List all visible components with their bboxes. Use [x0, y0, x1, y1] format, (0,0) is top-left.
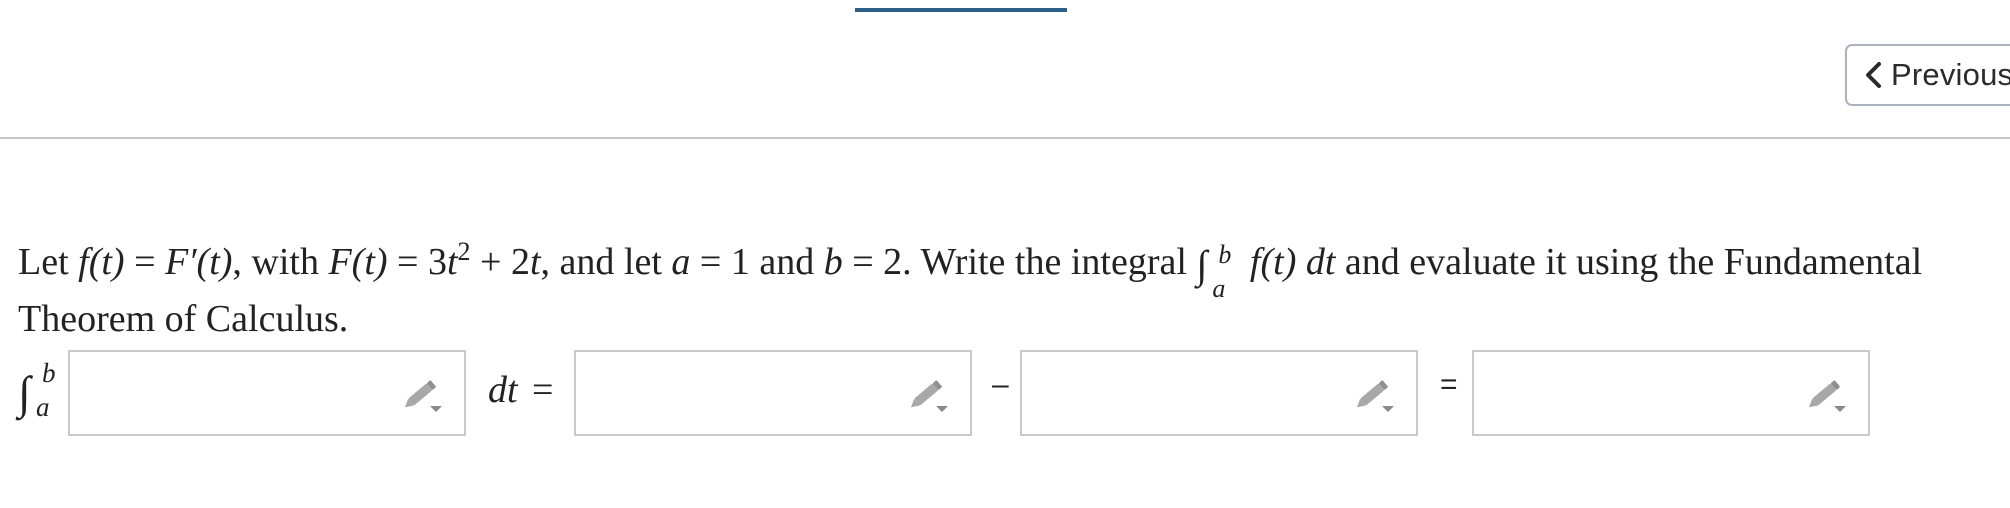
integral-upper-limit: b [42, 358, 56, 388]
result-answer-box[interactable] [1472, 350, 1870, 436]
integral-lower-limit: a [1212, 274, 1226, 303]
math-variable-t: t [529, 241, 541, 283]
header-divider [0, 137, 2010, 139]
pencil-icon[interactable] [1806, 376, 1850, 414]
math-exponent: 2 [457, 237, 471, 266]
equals-sign: = [1440, 368, 1458, 401]
lower-evaluation-box[interactable] [1020, 350, 1418, 436]
answer-row: ∫ b a dt = – = [0, 348, 2010, 438]
question-text-part: , and let [540, 241, 672, 283]
question-text-part: , with [232, 241, 329, 283]
previous-button-label: Previous [1891, 57, 2010, 92]
math-equals: = [124, 241, 166, 283]
math-f-of-t: f(t) [78, 241, 125, 283]
upper-evaluation-box[interactable] [574, 350, 972, 436]
pencil-icon[interactable] [1354, 376, 1398, 414]
math-variable-a: a [671, 241, 691, 283]
answer-integral: ∫ b a [14, 358, 58, 422]
minus-sign: – [992, 368, 1009, 401]
integral-sign: ∫ [18, 367, 31, 418]
dt-label: dt [488, 369, 518, 411]
integrand-answer-box[interactable] [68, 350, 466, 436]
math-F-of-t: F(t) [328, 241, 388, 283]
question-text: Let f(t) = F′(t), with F(t) = 3t2 + 2t, … [18, 234, 1978, 348]
question-text-part: Let [18, 241, 79, 283]
math-dt: dt [1305, 241, 1336, 283]
question-text-part: = 2. Write the integral [842, 241, 1197, 283]
math-expression: = 3 [387, 241, 447, 283]
math-expression: + 2 [470, 241, 530, 283]
previous-button[interactable]: Previous [1845, 44, 2010, 106]
question-text-part: = 1 and [690, 241, 824, 283]
integral-sign: ∫ [1196, 242, 1208, 287]
equals-sign: = [532, 369, 554, 411]
inline-integral: ∫ b a [1196, 240, 1240, 303]
pencil-icon[interactable] [402, 376, 446, 414]
math-integrand: f(t) [1240, 241, 1306, 283]
math-variable-b: b [823, 241, 843, 283]
chevron-left-icon [1861, 60, 1887, 90]
math-F-prime-of-t: F′(t) [165, 241, 233, 283]
active-tab-indicator [855, 8, 1067, 12]
math-variable-t: t [446, 241, 458, 283]
pencil-icon[interactable] [908, 376, 952, 414]
integral-lower-limit: a [36, 392, 50, 422]
